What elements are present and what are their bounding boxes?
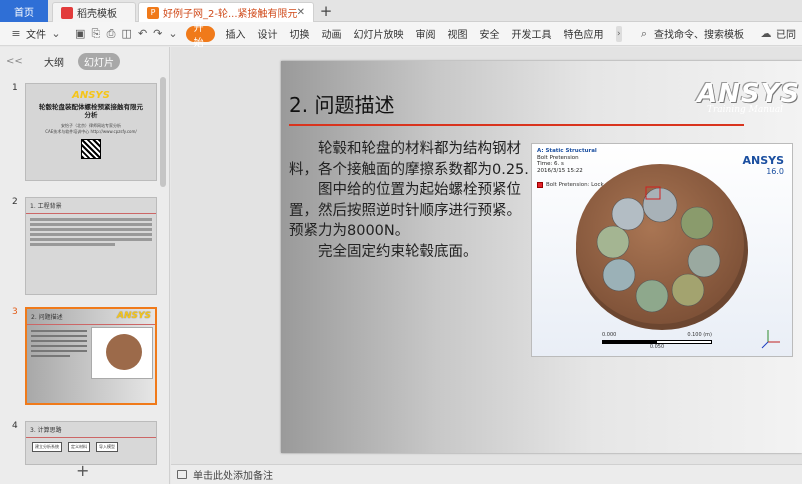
thumb-title: 1. 工程背景 [26, 198, 156, 214]
slide-body-text[interactable]: 轮毂和轮盘的材料都为结构钢材料，各个接触面的摩擦系数都为0.25. 图中给的位置… [289, 139, 533, 262]
close-icon[interactable]: ✕ [297, 7, 305, 18]
tab-document-label: 好例子网_2-轮...紧接触有限元分析 [163, 9, 297, 20]
thumb-flow: 建立分析系统 定义材料 导入模型 [26, 438, 156, 456]
presentation-icon: P [147, 6, 159, 19]
thumb-figure [91, 327, 153, 379]
body-paragraph: 轮毂和轮盘的材料都为结构钢材料，各个接触面的摩擦系数都为0.25. [289, 141, 529, 178]
ribbon-toolbar: ≡ 文件 ⌄ ▣ ⎘ ⎙ ◫ ↶ ↷ ⌄ 开始 插入 设计 切换 动画 幻灯片放… [0, 22, 802, 49]
body-paragraph: 图中给的位置为起始螺栓预紧位置，然后按照逆时针顺序进行预紧。预紧力为8000N。 [289, 182, 521, 239]
new-tab-button[interactable]: + [318, 2, 334, 20]
thumb-title: 轮毂轮盘装配体螺栓预紧接触有限元分析 [39, 103, 143, 119]
slide-thumbnail-2[interactable]: 1. 工程背景 [25, 197, 157, 295]
template-icon [61, 6, 73, 19]
more-icon[interactable]: ⌄ [168, 27, 177, 41]
tab-slides[interactable]: 幻灯片 [78, 52, 120, 70]
scale-left-label: 0.000 [602, 332, 617, 338]
chevron-down-icon: ⌄ [51, 27, 61, 40]
tab-security[interactable]: 安全 [474, 22, 506, 46]
collab-button[interactable]: ☁ 已同 [750, 22, 802, 46]
slide-thumbnail-4[interactable]: 3. 计算思路 建立分析系统 定义材料 导入模型 [25, 421, 157, 465]
tab-start[interactable]: 开始 [185, 23, 215, 49]
qr-code-image [81, 139, 101, 159]
tab-bar: 首页 稻壳模板 P 好例子网_2-轮...紧接触有限元分析 ✕ + [0, 0, 802, 22]
tab-template-label: 稻壳模板 [77, 9, 117, 20]
slides-panel-header: << 大纲 幻灯片 [0, 47, 169, 75]
collab-label: 已同 [776, 30, 796, 41]
thumb-title: 3. 计算思路 [26, 422, 156, 438]
current-slide[interactable]: 2. 问题描述 ANSYS Training Manual 轮毂和轮盘的材料都为… [281, 61, 802, 453]
slide-thumbnail-3[interactable]: 2. 问题描述 ANSYS [25, 307, 157, 405]
tab-review[interactable]: 审阅 [410, 22, 442, 46]
undo-icon[interactable]: ↶ [138, 27, 147, 41]
tab-outline[interactable]: 大纲 [38, 53, 70, 70]
collapse-panel-button[interactable]: << [6, 56, 38, 67]
tab-home[interactable]: 首页 [0, 0, 48, 22]
tab-home-label: 首页 [14, 7, 34, 19]
axis-triad [761, 330, 780, 349]
scroll-right-icon[interactable]: › [615, 25, 622, 42]
slides-panel: << 大纲 幻灯片 1 ANSYS 轮毂轮盘装配体螺栓预紧接触有限元分析 安怡子… [0, 47, 170, 484]
print-icon[interactable]: ⎙ [106, 27, 116, 41]
file-menu[interactable]: ≡ 文件 ⌄ [0, 22, 72, 46]
save-icon[interactable]: ▣ [75, 27, 85, 41]
title-underline [289, 124, 744, 126]
scale-bar: 0.000 0.100 (m) 0.050 [602, 332, 712, 350]
file-menu-label: 文件 [26, 30, 46, 41]
thumb-site: CAE技术与软件培训中心 http://www.cpzsfy.com/ [45, 129, 137, 134]
slide-title[interactable]: 2. 问题描述 [289, 89, 394, 118]
scale-mid-label: 0.050 [649, 344, 665, 350]
slide-number: 3 [12, 307, 18, 317]
slide-number: 1 [12, 83, 18, 93]
tab-animation[interactable]: 动画 [316, 22, 348, 46]
tab-developer[interactable]: 开发工具 [506, 22, 558, 46]
body-paragraph: 完全固定约束轮毂底面。 [318, 243, 478, 260]
preview-icon[interactable]: ◫ [122, 27, 132, 41]
thumb-flow-step: 定义材料 [68, 442, 90, 452]
slide-number: 4 [12, 421, 18, 431]
thumb-ansys-logo: ANSYS [117, 311, 151, 321]
command-search[interactable]: ⌕ 查找命令、搜索模板 [628, 22, 750, 46]
cloud-icon: ☁ [760, 27, 772, 40]
thumb-flow-step: 导入模型 [96, 442, 118, 452]
export-icon[interactable]: ⎘ [91, 27, 101, 41]
slide-editor: 2. 问题描述 ANSYS Training Manual 轮毂和轮盘的材料都为… [171, 47, 802, 464]
thumb-ansys-logo: ANSYS [72, 90, 110, 101]
logo-subtitle: Training Manual [707, 105, 784, 115]
tab-slideshow[interactable]: 幻灯片放映 [348, 22, 410, 46]
slide-thumbnail-1[interactable]: ANSYS 轮毂轮盘装配体螺栓预紧接触有限元分析 安怡子（北京）律师网站专家分析… [25, 83, 157, 181]
panel-scrollbar[interactable] [160, 77, 166, 187]
add-slide-button[interactable]: + [76, 461, 89, 480]
ansys-logo: ANSYS Training Manual [697, 79, 799, 117]
notes-icon [177, 470, 187, 479]
command-search-label: 查找命令、搜索模板 [654, 30, 744, 41]
wheel-render [576, 164, 780, 349]
tab-insert[interactable]: 插入 [220, 22, 252, 46]
tab-view[interactable]: 视图 [442, 22, 474, 46]
tab-template[interactable]: 稻壳模板 [52, 2, 136, 22]
simulation-figure[interactable]: A: Static Structural Bolt Pretension Tim… [531, 143, 793, 357]
menu-icon: ≡ [11, 27, 21, 40]
tab-design[interactable]: 设计 [252, 22, 284, 46]
thumb-flow-step: 建立分析系统 [32, 442, 62, 452]
thumb-text-block [26, 214, 156, 250]
tab-features[interactable]: 特色应用 [558, 22, 610, 46]
slide-number: 2 [12, 197, 18, 207]
search-icon: ⌕ [640, 26, 648, 40]
tab-transition[interactable]: 切换 [284, 22, 316, 46]
redo-icon[interactable]: ↷ [153, 27, 162, 41]
tab-document[interactable]: P 好例子网_2-轮...紧接触有限元分析 ✕ [138, 2, 314, 22]
scale-right-label: 0.100 (m) [687, 332, 712, 338]
thumb-text-block [31, 327, 87, 360]
notes-placeholder: 单击此处添加备注 [193, 471, 273, 482]
notes-bar[interactable]: 单击此处添加备注 [171, 464, 802, 484]
